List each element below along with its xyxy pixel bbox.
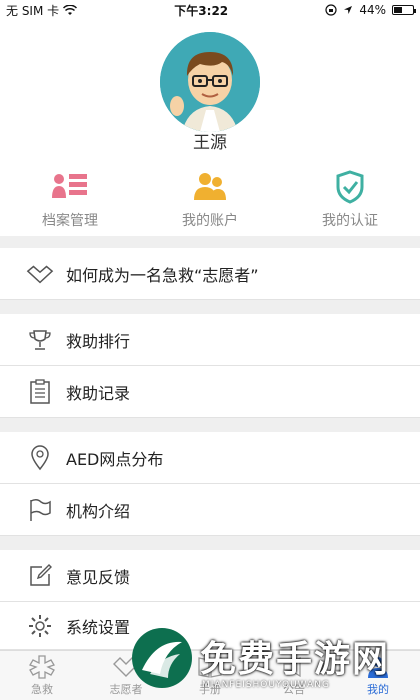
battery-icon (391, 5, 416, 15)
flag-icon (26, 496, 54, 524)
section-divider (0, 418, 420, 432)
menu-item-aed-label: AED网点分布 (66, 450, 164, 469)
menu-item-org[interactable]: 机构介绍 (0, 484, 420, 536)
archive-icon (52, 174, 87, 198)
hand-heart-icon (26, 260, 54, 288)
avatar-illustration (160, 32, 260, 132)
watermark-logo-icon (132, 628, 192, 688)
menu-item-settings-label: 系统设置 (66, 618, 131, 637)
tab-first-aid-label: 急救 (31, 683, 53, 696)
clock-text: 下午3:22 (174, 3, 229, 18)
avatar[interactable] (160, 32, 260, 132)
my-certification-label: 我的认证 (322, 213, 378, 229)
section-divider (0, 236, 420, 248)
people-icon (194, 173, 226, 200)
archive-management-label: 档案管理 (42, 213, 98, 229)
rotation-lock-icon (325, 4, 337, 16)
username: 王源 (193, 133, 227, 153)
watermark-text: 免费手游网 (200, 638, 391, 680)
shield-check-icon (336, 170, 364, 204)
menu-item-ranking-label: 救助排行 (66, 332, 131, 351)
section-divider (0, 300, 420, 314)
tab-first-aid[interactable]: 急救 (0, 651, 84, 700)
edit-icon (26, 562, 54, 590)
watermark-subtext: MIANFEISHOUYOUWANG (202, 680, 330, 690)
location-arrow-icon (344, 6, 353, 14)
quick-actions: 档案管理 我的账户 我的认证 (0, 170, 420, 234)
my-account-button[interactable]: 我的账户 (140, 170, 280, 234)
menu-item-volunteer-label: 如何成为一名急救“志愿者” (66, 266, 259, 285)
status-bar: 无 SIM 卡 下午3:22 44% (0, 0, 420, 20)
menu-item-org-label: 机构介绍 (66, 502, 131, 521)
gear-icon (26, 612, 54, 640)
menu-item-ranking[interactable]: 救助排行 (0, 314, 420, 366)
medical-star-icon (29, 655, 55, 679)
trophy-icon (26, 326, 54, 354)
menu-item-feedback-label: 意见反馈 (66, 568, 131, 587)
my-certification-button[interactable]: 我的认证 (280, 170, 420, 234)
wifi-icon (63, 4, 78, 15)
clipboard-icon (26, 378, 54, 406)
map-pin-icon (26, 444, 54, 472)
battery-percent: 44% (359, 3, 386, 17)
profile-header: 王源 (0, 20, 420, 160)
carrier-text: 无 SIM 卡 (6, 3, 60, 18)
archive-management-button[interactable]: 档案管理 (0, 170, 140, 234)
menu-item-aed[interactable]: AED网点分布 (0, 432, 420, 484)
menu-item-records[interactable]: 救助记录 (0, 366, 420, 418)
menu-item-feedback[interactable]: 意见反馈 (0, 550, 420, 602)
watermark: 免费手游网 MIANFEISHOUYOUWANG (130, 622, 420, 700)
menu-item-volunteer[interactable]: 如何成为一名急救“志愿者” (0, 248, 420, 300)
menu-item-records-label: 救助记录 (66, 384, 131, 403)
section-divider (0, 536, 420, 550)
my-account-label: 我的账户 (182, 213, 238, 229)
